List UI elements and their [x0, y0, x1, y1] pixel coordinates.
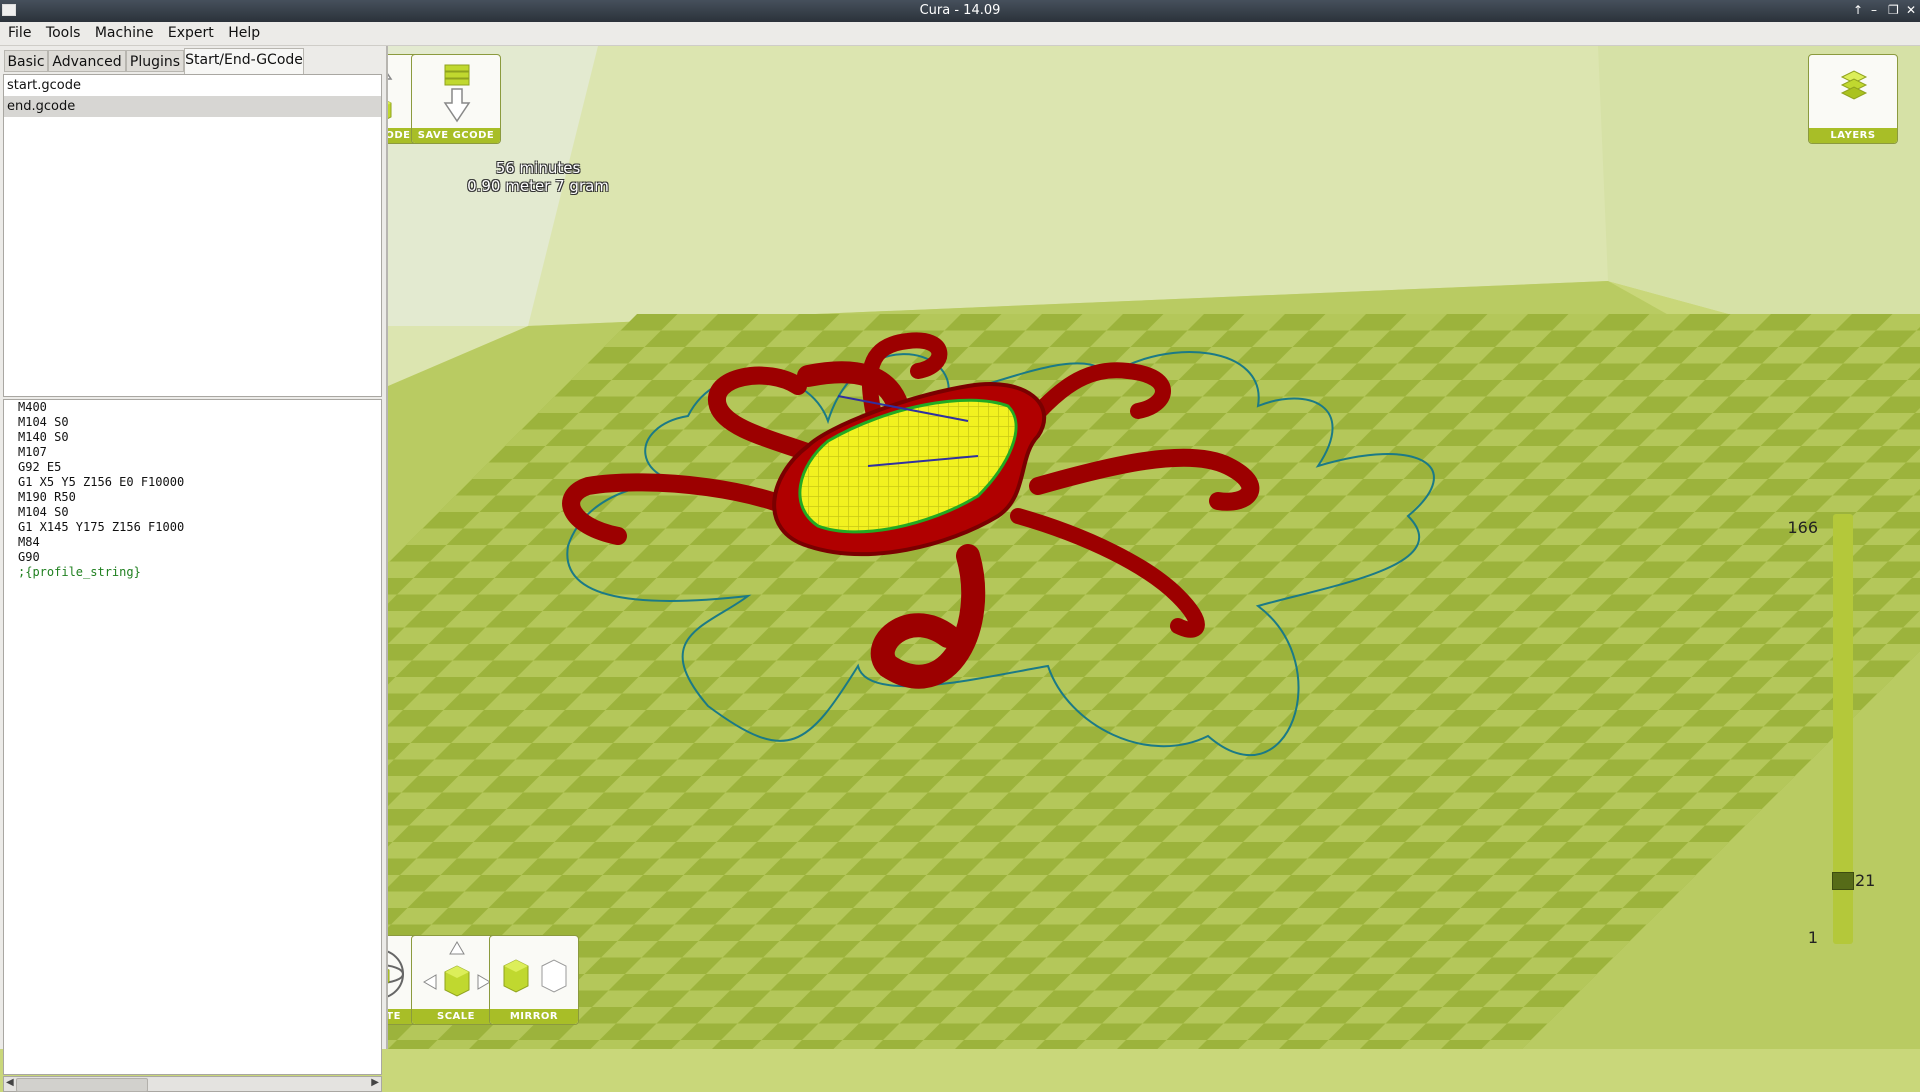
- keep-above-icon[interactable]: ↑: [1853, 3, 1863, 17]
- print-material: 0.90 meter 7 gram: [467, 177, 609, 195]
- tab-advanced[interactable]: Advanced: [48, 50, 126, 72]
- close-icon[interactable]: ✕: [1906, 3, 1916, 17]
- build-plate-scene: [388, 46, 1920, 1049]
- gcode-line: M107: [18, 445, 47, 459]
- layer-slider-handle[interactable]: [1832, 871, 1854, 890]
- layers-label: LAYERS: [1809, 128, 1897, 143]
- gcode-line: M104 S0: [18, 415, 69, 429]
- mirror-icon: [503, 959, 567, 993]
- mirror-button[interactable]: MIRROR: [489, 935, 579, 1025]
- menu-help[interactable]: Help: [220, 22, 260, 41]
- print-time: 56 minutes: [495, 159, 581, 177]
- layer-current-label: 21: [1855, 870, 1876, 890]
- gcode-file-list: start.gcode end.gcode: [3, 74, 382, 397]
- layer-max-label: 166: [1787, 518, 1818, 537]
- scroll-left-icon[interactable]: ◀: [6, 1077, 14, 1088]
- scrollbar-thumb[interactable]: [16, 1078, 148, 1092]
- gcode-line: M140 S0: [18, 430, 69, 444]
- scale-button[interactable]: SCALE: [411, 935, 501, 1025]
- menu-tools[interactable]: Tools: [38, 22, 81, 41]
- print-info: 56 minutes 0.90 meter 7 gram: [463, 159, 613, 195]
- layers-view-button[interactable]: LAYERS: [1808, 54, 1898, 144]
- gcode-line: G90: [18, 550, 40, 564]
- 3d-viewport[interactable]: LOAD MODEL SAVE GCODE 56 minutes 0.90 me…: [388, 46, 1920, 1049]
- menu-file[interactable]: File: [0, 22, 31, 41]
- save-gcode-label: SAVE GCODE: [412, 128, 500, 143]
- gcode-line: G92 E5: [18, 460, 62, 474]
- window-title: Cura - 14.09: [919, 3, 1001, 18]
- gcode-line: M190 R50: [18, 490, 76, 504]
- gcode-line: M104 S0: [18, 505, 69, 519]
- gcode-line: G1 X5 Y5 Z156 E0 F10000: [18, 475, 185, 489]
- tab-basic[interactable]: Basic: [4, 50, 48, 72]
- menu-expert[interactable]: Expert: [160, 22, 214, 41]
- tab-plugins[interactable]: Plugins: [126, 50, 184, 72]
- gcode-line: M400: [18, 400, 47, 414]
- gcode-editor[interactable]: M400 M104 S0 M140 S0 M107 G92 E5 G1 X5 Y…: [3, 399, 382, 1075]
- layer-min-label: 1: [1807, 928, 1818, 947]
- menu-bar: File Tools Machine Expert Help: [0, 22, 1920, 46]
- menu-machine[interactable]: Machine: [87, 22, 154, 41]
- maximize-icon[interactable]: ❐: [1888, 3, 1899, 17]
- gcode-comment-line: ;{profile_string}: [18, 565, 141, 579]
- file-start-gcode[interactable]: start.gcode: [4, 75, 381, 96]
- settings-panel: Basic Advanced Plugins Start/End-GCode s…: [0, 46, 386, 1092]
- tab-start-end-gcode[interactable]: Start/End-GCode: [184, 48, 304, 74]
- save-gcode-icon: [443, 64, 471, 123]
- gcode-line: M84: [18, 535, 40, 549]
- scale-label: SCALE: [412, 1009, 500, 1024]
- minimize-icon[interactable]: –: [1871, 3, 1877, 17]
- layers-icon: [1840, 70, 1868, 100]
- editor-horizontal-scrollbar[interactable]: ◀ ▶: [3, 1076, 382, 1092]
- gcode-line: G1 X145 Y175 Z156 F1000: [18, 520, 185, 534]
- scroll-right-icon[interactable]: ▶: [371, 1077, 379, 1088]
- mirror-label: MIRROR: [490, 1009, 578, 1024]
- save-gcode-button[interactable]: SAVE GCODE: [411, 54, 501, 144]
- title-bar: Cura - 14.09 ↑ – ❐ ✕: [0, 0, 1920, 22]
- file-end-gcode[interactable]: end.gcode: [4, 96, 381, 117]
